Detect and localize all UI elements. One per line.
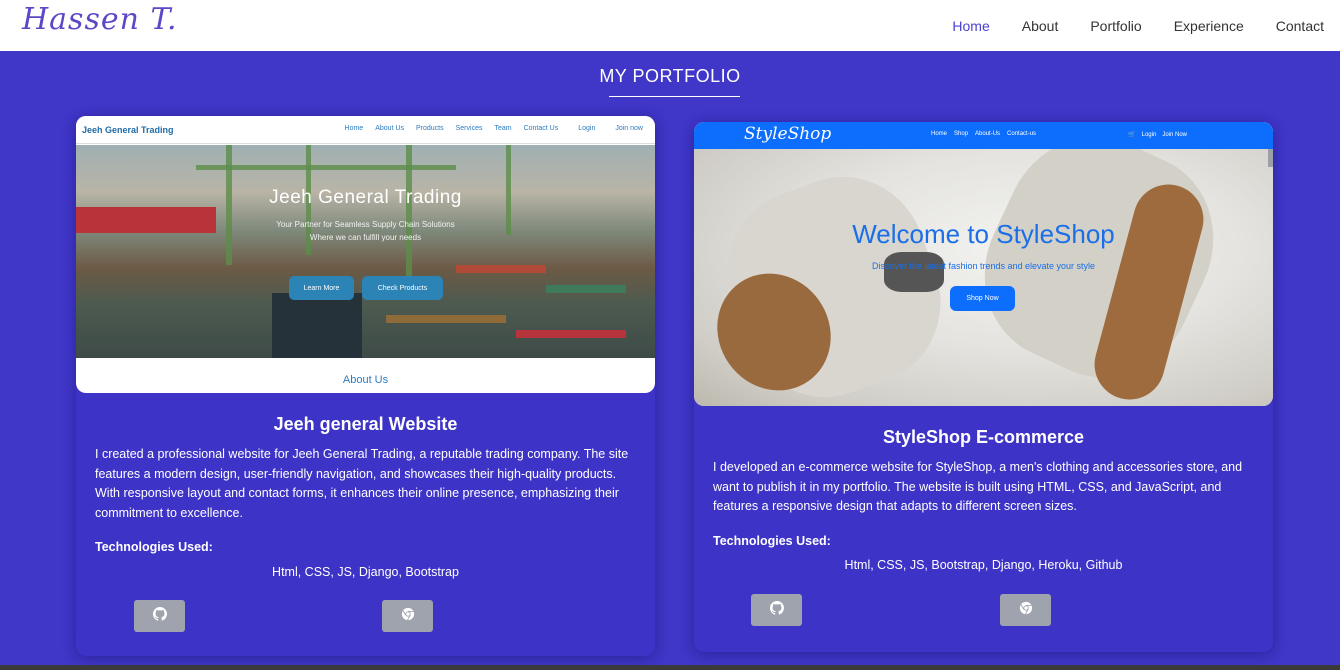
github-button[interactable] [134, 600, 185, 632]
technologies-list: Html, CSS, JS, Bootstrap, Django, Heroku… [844, 558, 1123, 572]
live-site-button[interactable] [1000, 594, 1051, 626]
nav-link-contact[interactable]: Contact [1276, 18, 1324, 34]
preview-nav-links: Home Shop About-Us Contact-us [931, 131, 1043, 137]
preview-nav-item: Services [455, 125, 483, 132]
chrome-icon [1019, 601, 1033, 620]
container-shape [516, 330, 626, 338]
preview-nav-item: Join now [615, 125, 643, 132]
preview-hero-shoes-image: StyleShop Home Shop About-Us Contact-us … [694, 122, 1273, 406]
nav-links: Home About Portfolio Experience Contact [952, 0, 1340, 51]
project-card-styleshop: StyleShop Home Shop About-Us Contact-us … [694, 122, 1273, 652]
preview-nav-right: 🛒 Login Join Now [1122, 131, 1187, 139]
technologies-list: Html, CSS, JS, Django, Bootstrap [272, 565, 459, 579]
preview-join: Join Now [1162, 131, 1187, 138]
site-logo[interactable]: Hassen T. [22, 2, 178, 37]
ship-shape [272, 293, 362, 358]
preview-nav-item: Home [931, 131, 948, 137]
project-title: StyleShop E-commerce [882, 427, 1085, 447]
preview-nav-item: Shop [954, 131, 969, 137]
crane-shape [196, 165, 456, 170]
nav-link-experience[interactable]: Experience [1174, 18, 1244, 34]
preview-nav-item: Products [416, 125, 444, 132]
preview-section-heading: About Us [342, 374, 389, 386]
container-shape [546, 285, 626, 293]
preview-nav-item: About-Us [975, 131, 1001, 137]
preview-hero-subtitle: Where we can fulfill your needs [309, 233, 422, 242]
container-shape [456, 265, 546, 273]
project-screenshot-jeeh: Jeeh General Trading Home About Us Produ… [76, 116, 655, 393]
preview-navbar: StyleShop Home Shop About-Us Contact-us … [694, 122, 1273, 149]
preview-nav-item: About Us [375, 125, 404, 132]
section-title-underline [609, 96, 740, 97]
preview-navbar: Jeeh General Trading Home About Us Produ… [76, 116, 655, 144]
top-navbar: Hassen T. Home About Portfolio Experienc… [0, 0, 1340, 51]
preview-nav-item: Login [578, 125, 596, 132]
technologies-label: Technologies Used: [95, 540, 213, 554]
preview-nav-item: Home [344, 125, 364, 132]
project-screenshot-styleshop: StyleShop Home Shop About-Us Contact-us … [694, 122, 1273, 406]
github-icon [152, 606, 167, 626]
preview-nav-item: Team [494, 125, 512, 132]
chrome-icon [401, 607, 415, 626]
preview-hero-port-image: Jeeh General Trading Your Partner for Se… [76, 145, 655, 358]
preview-nav-item: Contact-us [1007, 131, 1037, 137]
github-button[interactable] [751, 594, 802, 626]
taskbar-strip [0, 665, 1340, 670]
github-icon [769, 600, 784, 620]
section-title: MY PORTFOLIO [599, 66, 741, 86]
shoe-strap-shape [884, 252, 944, 292]
preview-hero-subtitle: Discover the latest fashion trends and e… [871, 261, 1096, 271]
preview-scrollbar [1268, 149, 1273, 167]
live-site-button[interactable] [382, 600, 433, 632]
preview-brand: Jeeh General Trading [82, 125, 174, 135]
nav-link-about[interactable]: About [1022, 18, 1059, 34]
preview-brand: StyleShop [744, 124, 832, 144]
preview-learn-more-button: Learn More [289, 276, 354, 300]
preview-shop-now-button: Shop Now [950, 286, 1015, 311]
preview-login: Login [1141, 131, 1157, 138]
cart-icon: 🛒 [1128, 132, 1136, 138]
nav-link-home[interactable]: Home [952, 18, 989, 34]
project-card-jeeh: Jeeh General Trading Home About Us Produ… [76, 116, 655, 656]
preview-hero-title: Jeeh General Trading [269, 187, 462, 208]
container-shape [386, 315, 506, 323]
project-description: I developed an e-commerce website for St… [713, 460, 1243, 513]
preview-hero-title: Welcome to StyleShop [852, 219, 1115, 249]
preview-nav-links: Home About Us Products Services Team Con… [333, 125, 643, 132]
preview-check-products-button: Check Products [362, 276, 443, 300]
preview-nav-item: Contact Us [523, 125, 559, 132]
nav-link-portfolio[interactable]: Portfolio [1090, 18, 1141, 34]
project-description: I created a professional website for Jee… [95, 447, 629, 520]
technologies-label: Technologies Used: [713, 534, 831, 548]
preview-hero-subtitle: Your Partner for Seamless Supply Chain S… [276, 220, 455, 229]
project-title: Jeeh general Website [273, 414, 458, 434]
